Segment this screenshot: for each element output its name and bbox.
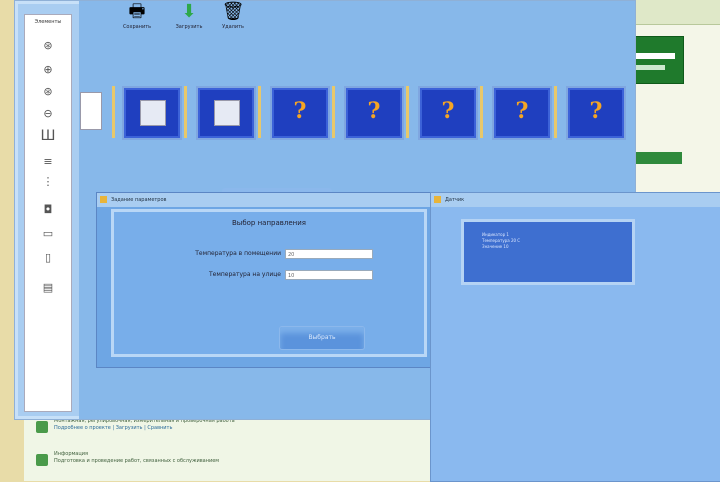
fan-icon xyxy=(140,100,166,126)
filter-icon[interactable]: ≡ xyxy=(39,155,57,169)
divider xyxy=(112,86,115,138)
question-mark-icon: ? xyxy=(441,98,455,124)
filter-icon xyxy=(214,100,240,126)
tile-filter[interactable] xyxy=(196,86,256,140)
panel-title: Элементы xyxy=(34,19,62,25)
dialog-heading: Выбор направления xyxy=(231,219,307,227)
sensor-icon[interactable]: ⊖ xyxy=(39,107,57,121)
printer-icon: 🖶 xyxy=(128,1,146,22)
trash-icon: 🗑 xyxy=(221,1,245,22)
question-mark-icon: ? xyxy=(589,98,603,124)
coil-icon[interactable]: Ш xyxy=(39,129,57,143)
app-icon xyxy=(434,196,441,203)
dialog-titlebar[interactable]: Задание параметров xyxy=(97,193,433,207)
load-button[interactable]: ⬇ Загрузить xyxy=(164,0,214,38)
fan-icon[interactable]: ⊛ xyxy=(39,39,57,53)
dialog-body: Выбор направления Температура в помещени… xyxy=(111,209,427,357)
document-icon xyxy=(36,421,48,433)
divider xyxy=(406,86,409,138)
select-button[interactable]: Выбрать xyxy=(279,326,365,350)
elements-panel: Элементы ⊛ ⊕ ⊛ ⊖ Ш ≡ ⋮ ◘ ▭ ▯ ▤ xyxy=(24,14,72,412)
tile-fan[interactable] xyxy=(122,86,182,140)
info-line: Значение 10 xyxy=(482,244,509,249)
background-list: Монтажная, регулировочная, измерительная… xyxy=(24,414,432,481)
dialog-titlebar[interactable]: Датчик xyxy=(431,193,720,207)
question-mark-icon: ? xyxy=(367,98,381,124)
heater-icon[interactable]: ◘ xyxy=(39,203,57,217)
save-button[interactable]: 🖶 Сохранить xyxy=(112,0,162,38)
delete-button[interactable]: 🗑 Удалить xyxy=(208,0,258,38)
damper-icon[interactable]: ⋮ xyxy=(39,175,57,189)
outdoor-temp-input[interactable]: 10 xyxy=(285,270,373,280)
duct-icon[interactable]: ▭ xyxy=(39,227,57,241)
background-app-bar xyxy=(628,152,682,164)
list-item[interactable]: Информация Подготовка и проведение работ… xyxy=(24,448,432,481)
document-icon xyxy=(36,454,48,466)
valve-icon[interactable]: ⊕ xyxy=(39,63,57,77)
divider xyxy=(480,86,483,138)
background-app-banner xyxy=(628,36,684,84)
indoor-temp-input[interactable]: 20 xyxy=(285,249,373,259)
tile-empty-5[interactable]: ? xyxy=(566,86,626,140)
pump-icon[interactable]: ⊛ xyxy=(39,85,57,99)
divider xyxy=(332,86,335,138)
tile-empty-3[interactable]: ? xyxy=(418,86,478,140)
tile-empty-1[interactable]: ? xyxy=(270,86,330,140)
divider xyxy=(258,86,261,138)
parameters-dialog: Задание параметров Выбор направления Тем… xyxy=(96,192,434,368)
divider xyxy=(184,86,187,138)
info-panel: Индикатор 1 Температура 20 С Значение 10 xyxy=(461,219,635,285)
divider xyxy=(554,86,557,138)
app-icon xyxy=(100,196,107,203)
pipe-icon[interactable]: ▯ xyxy=(39,251,57,265)
question-mark-icon: ? xyxy=(293,98,307,124)
tile-empty-2[interactable]: ? xyxy=(344,86,404,140)
download-arrow-icon: ⬇ xyxy=(181,1,197,22)
outdoor-temp-label: Температура на улице xyxy=(209,271,281,278)
indoor-temp-label: Температура в помещении xyxy=(195,250,281,257)
tile-empty-4[interactable]: ? xyxy=(492,86,552,140)
controller-icon[interactable]: ▤ xyxy=(39,281,57,295)
question-mark-icon: ? xyxy=(515,98,529,124)
tool-strip[interactable] xyxy=(80,92,102,130)
sensor-dialog: Датчик Индикатор 1 Температура 20 С Знач… xyxy=(430,192,720,482)
